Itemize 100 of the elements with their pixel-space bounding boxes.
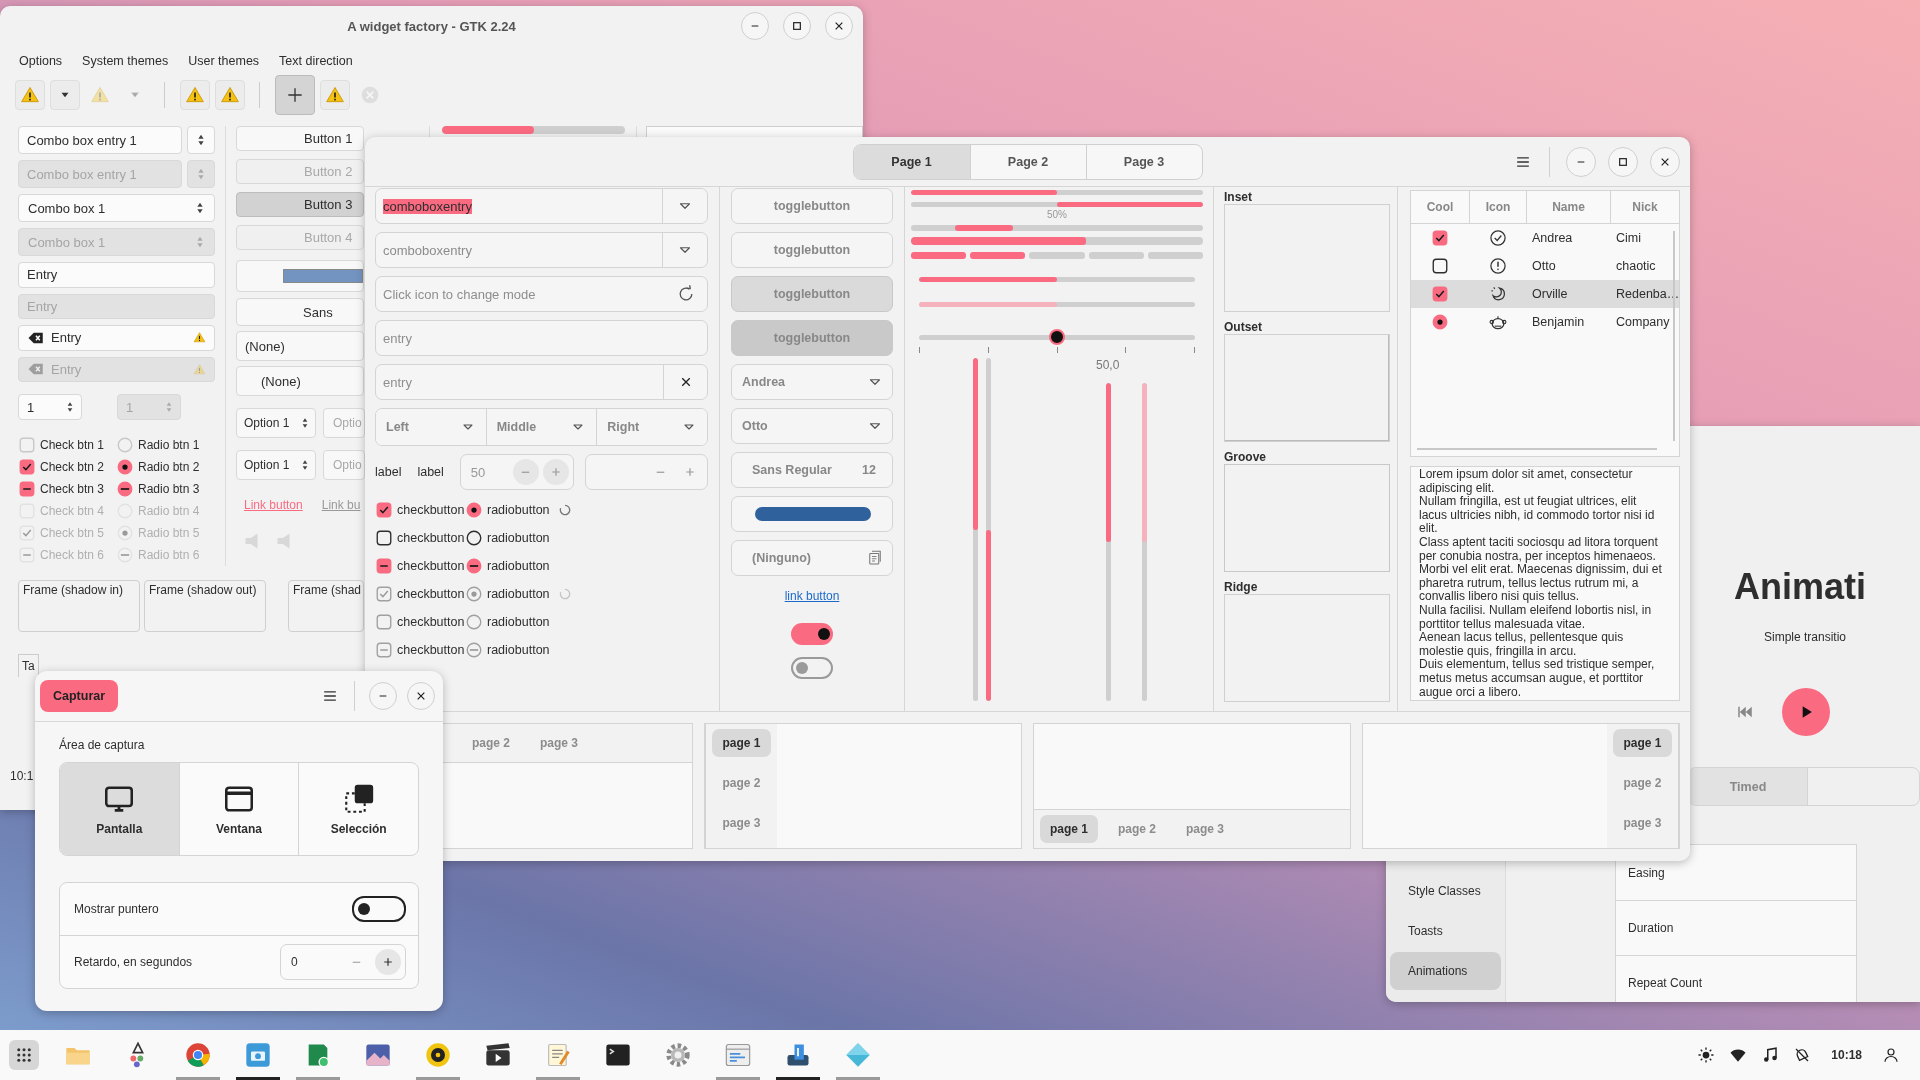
checkbox-label[interactable]: Check btn 3 [40, 482, 105, 496]
switch[interactable] [791, 623, 833, 645]
table-row[interactable]: Andrea Cimi [1411, 224, 1679, 252]
toolbar-button[interactable] [14, 80, 45, 110]
list-row[interactable]: Repeat Count [1616, 955, 1856, 1002]
toolbar-button[interactable] [274, 75, 315, 115]
menu-item[interactable]: User themes [178, 54, 270, 68]
checkbox[interactable] [18, 480, 36, 498]
option-menu[interactable]: Option 1 [236, 450, 316, 480]
button[interactable]: Button 1 [236, 126, 364, 151]
link[interactable]: link button [784, 589, 840, 603]
checkbox[interactable] [1431, 285, 1449, 303]
table-row[interactable]: Orville Redenba… [1411, 280, 1679, 308]
combo-entry[interactable]: Combo box entry 1 [18, 126, 182, 154]
radio-button[interactable] [1431, 313, 1449, 331]
tab[interactable]: Page 2 [969, 144, 1086, 179]
combo-entry[interactable]: comboboxentry [375, 188, 708, 224]
slider[interactable] [919, 302, 1195, 307]
disc-icon[interactable] [424, 1041, 452, 1069]
scrollbar[interactable] [1417, 448, 1657, 450]
dropdown-button[interactable] [187, 126, 215, 154]
clock[interactable]: 10:18 [1831, 1048, 1862, 1062]
list-row[interactable]: Duration [1616, 900, 1856, 955]
text-field[interactable]: Click icon to change mode [375, 276, 708, 312]
user-icon[interactable] [1882, 1046, 1900, 1064]
window-icon[interactable] [724, 1041, 752, 1069]
tab[interactable]: Ta [18, 654, 39, 677]
spin-button[interactable]: 1 [18, 394, 82, 420]
checkbox[interactable] [375, 501, 393, 519]
checkbox-label[interactable]: checkbutton [397, 503, 465, 517]
spin-button[interactable]: 0 [280, 944, 406, 980]
close-button[interactable] [825, 12, 853, 40]
tab[interactable]: page 1 [712, 729, 771, 757]
mode-button[interactable]: Ventana [178, 763, 299, 855]
switch[interactable] [791, 657, 833, 679]
brightness-icon[interactable] [1697, 1046, 1716, 1064]
app-grid-button[interactable] [9, 1040, 39, 1070]
combo-box[interactable]: Combo box 1 [18, 194, 215, 222]
slider[interactable] [919, 331, 1195, 343]
text-view[interactable]: Lorem ipsum dolor sit amet, consectetur adipiscing elit. Nullam fringilla, est ut feugiat ultrices, elit lacus ultricies nibh, id commodo tortor nisi id elit. Class aptent taciti sociosqu ad litora torquent per conubia nostra, per inceptos himenaeos. Morbi vel elit erat. Maecenas dignissim, dui et pharetra rutrum, tellus lectus rutrum mi, a convallis libero nisi quis tellus. Nulla facilisi. Nullam eleifend lobortis nisl, in porttitor tellus malesuada vitae. Aenean lacus tellus, pellentesque quis molestie quis, fringilla in arcu. Duis elementum, tellus sed tristique semper, metus metus accumsan augue, et porttitor augue orci a libero. [1410, 466, 1680, 702]
menu-item[interactable]: Options [9, 54, 73, 68]
radio-label[interactable]: radiobutton [487, 531, 550, 545]
text-field[interactable]: Entry [18, 325, 215, 351]
mode-button[interactable]: Selección [298, 763, 418, 855]
text-field[interactable]: entry [375, 364, 708, 400]
radio-label[interactable]: Radio btn 1 [138, 438, 200, 452]
diamond-icon[interactable] [844, 1041, 872, 1069]
color-button[interactable] [731, 496, 893, 532]
radio-button[interactable] [465, 529, 483, 547]
mode-button[interactable]: Pantalla [60, 763, 179, 855]
checkbox-label[interactable]: checkbutton [397, 531, 465, 545]
radio-label[interactable]: radiobutton [487, 559, 550, 573]
radio-button[interactable] [116, 458, 134, 476]
checkbox[interactable] [375, 557, 393, 575]
radio-label[interactable]: radiobutton [487, 503, 550, 517]
checkbox[interactable] [1431, 229, 1449, 247]
button[interactable]: Button 3 [236, 192, 364, 217]
radio-label[interactable]: Radio btn 3 [138, 482, 200, 496]
sidebar-item[interactable]: Animations [1390, 952, 1501, 990]
checkbox-label[interactable]: Check btn 2 [40, 460, 105, 474]
option-menu[interactable]: Option 1 [236, 408, 316, 438]
switch[interactable] [352, 896, 406, 922]
menu-item[interactable]: Text direction [269, 54, 363, 68]
radio-button[interactable] [465, 501, 483, 519]
text-field[interactable]: entry [375, 320, 708, 356]
vertical-slider[interactable] [1142, 383, 1147, 701]
menu-item[interactable]: System themes [72, 54, 179, 68]
list-row[interactable]: Easing [1616, 845, 1856, 900]
close-button[interactable] [407, 682, 435, 710]
checkbox-label[interactable]: checkbutton [397, 559, 465, 573]
checkbox-label[interactable]: Check btn 1 [40, 438, 105, 452]
capture-button[interactable]: Capturar [40, 680, 119, 712]
table-row[interactable]: Otto chaotic [1411, 252, 1679, 280]
radio-button[interactable] [465, 557, 483, 575]
music-note-icon[interactable] [1761, 1046, 1780, 1064]
checkbox[interactable] [1431, 257, 1449, 275]
toolbar-button[interactable] [319, 80, 350, 110]
radio-button[interactable] [116, 480, 134, 498]
toolbar-button[interactable] [214, 80, 245, 110]
checkbox[interactable] [375, 529, 393, 547]
vertical-slider[interactable] [1106, 383, 1111, 701]
combo-box[interactable]: (None) [236, 331, 364, 361]
vertical-slider[interactable] [986, 358, 991, 701]
gear-icon[interactable] [664, 1041, 692, 1069]
text-field[interactable]: Entry [18, 262, 215, 288]
tab[interactable]: Page 3 [1085, 144, 1202, 179]
camera-icon[interactable] [244, 1041, 272, 1069]
table-row[interactable]: Benjamin Company [1411, 308, 1679, 336]
tab[interactable]: page 1 [1613, 729, 1672, 757]
close-button[interactable] [1650, 146, 1680, 177]
color-button[interactable] [236, 260, 364, 292]
toolbar-button[interactable] [179, 80, 210, 110]
maximize-button[interactable] [1608, 146, 1638, 177]
font-button[interactable]: Sans [236, 298, 364, 326]
scrollbar[interactable] [1673, 231, 1675, 441]
maximize-button[interactable] [783, 12, 811, 40]
checkbox[interactable] [18, 458, 36, 476]
slider[interactable] [919, 277, 1195, 282]
tab[interactable]: page 1 [1040, 815, 1098, 843]
play-button[interactable] [1782, 688, 1830, 736]
